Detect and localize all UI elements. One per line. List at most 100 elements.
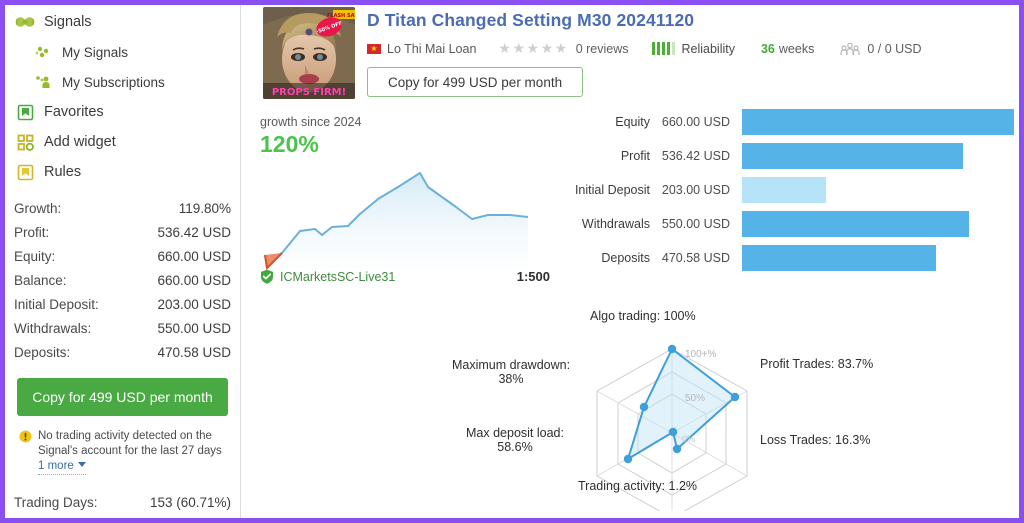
radar-point-maximum-drawdown: [639, 402, 649, 412]
sidebar-item-label: Favorites: [44, 104, 104, 120]
sidebar-copy-button[interactable]: Copy for 499 USD per month: [17, 378, 228, 416]
stat-label: Trading Days:: [14, 495, 98, 510]
header-copy-button[interactable]: Copy for 499 USD per month: [367, 67, 584, 97]
radar-point-trading-activity: [668, 427, 678, 437]
bar-fill: [742, 177, 826, 203]
stat-label: Growth:: [14, 201, 62, 216]
radar-label-algo-trading: Algo trading: 100%: [590, 309, 696, 323]
my-signals-icon: [33, 43, 53, 61]
add-widget-icon: [15, 133, 35, 151]
app-window: Signals My Signals My Subscriptions Favo…: [5, 5, 1019, 518]
signal-waves-icon: [15, 13, 35, 31]
subscribers-icon: [840, 41, 860, 56]
favorites-flag-icon: [15, 103, 35, 121]
account-bars-chart: Equity 660.00 USD Profit 536.42 USD Init…: [552, 105, 1014, 275]
stat-value: 470.58 USD: [157, 345, 231, 360]
sidebar-item-label: Rules: [44, 164, 82, 180]
warning-text: No trading activity detected on the Sign…: [38, 430, 222, 457]
radar-label-max-deposit-load: Max deposit load: 58.6%: [466, 426, 564, 454]
no-activity-warning: No trading activity detected on the Sign…: [19, 429, 228, 475]
sidebar-item-add-widget[interactable]: Add widget: [5, 127, 240, 157]
bar-row: Withdrawals 550.00 USD: [552, 207, 1014, 241]
sidebar-item-my-signals[interactable]: My Signals: [5, 37, 240, 67]
signal-meta-row: Lo Thi Mai Loan ★★★★★ 0 reviews Reliabil…: [367, 40, 1011, 57]
broker-row: ICMarketsSC-Live31 1:500: [260, 269, 550, 284]
reliability-bar: [657, 42, 661, 55]
bar-fill: [742, 211, 969, 237]
stat-row: Withdrawals: 550.00 USD: [14, 317, 231, 341]
bar-label: Profit: [620, 149, 650, 163]
reviews-count[interactable]: 0 reviews: [576, 42, 629, 56]
bar-track: [742, 211, 1014, 237]
sidebar-item-signals[interactable]: Signals: [5, 7, 240, 37]
author-name[interactable]: Lo Thi Mai Loan: [387, 42, 476, 56]
radar-ring-label-mid: 50%: [685, 393, 705, 404]
radar-label-profit-trades: Profit Trades: 83.7%: [760, 357, 874, 371]
weeks-label: weeks: [778, 41, 815, 56]
stat-row: Trading Days: 153 (60.71%): [14, 491, 231, 515]
bar-value: 470.58 USD: [661, 251, 730, 265]
radar-label-trading-activity: Trading activity: 1.2%: [578, 479, 698, 493]
bar-label: Deposits: [601, 251, 650, 265]
bar-row: Initial Deposit 203.00 USD: [552, 173, 1014, 207]
stat-value: 550.00 USD: [157, 321, 231, 336]
avatar-caption: PROPS FIRM!: [272, 87, 346, 98]
page-title[interactable]: D Titan Changed Setting M30 20241120: [367, 10, 1011, 31]
sidebar-item-label: My Subscriptions: [62, 74, 165, 90]
stat-label: Withdrawals:: [14, 321, 92, 336]
growth-sparkline: [264, 172, 529, 271]
stat-value: 203.00 USD: [157, 297, 231, 312]
bar-row: Deposits 470.58 USD: [552, 241, 1014, 275]
reliability-label: Reliability: [681, 41, 735, 56]
rating-stars: ★★★★★: [498, 40, 569, 56]
my-subscriptions-icon: [33, 73, 53, 91]
sidebar: Signals My Signals My Subscriptions Favo…: [5, 5, 241, 518]
stat-label: Profit:: [14, 225, 50, 240]
sidebar-item-rules[interactable]: Rules: [5, 157, 240, 187]
stat-row: Deposits: 470.58 USD: [14, 341, 231, 365]
sidebar-item-label: Signals: [44, 14, 92, 30]
vietnam-flag-icon: [367, 43, 381, 54]
stat-row: Balance: 660.00 USD: [14, 269, 231, 293]
sidebar-stats-list: Growth: 119.80% Profit: 536.42 USD Equit…: [5, 197, 240, 365]
weeks-number: 36: [760, 41, 775, 56]
sidebar-item-favorites[interactable]: Favorites: [5, 97, 240, 127]
stat-value: 660.00 USD: [157, 249, 231, 264]
chevron-down-icon: [77, 462, 86, 467]
radar-point-algo-trading: [667, 344, 677, 354]
radar-label-loss-trades: Loss Trades: 16.3%: [760, 433, 871, 447]
stat-value: 27 days ago: [157, 515, 231, 518]
broker-name[interactable]: ICMarketsSC-Live31: [280, 270, 395, 284]
bar-value: 536.42 USD: [661, 149, 730, 163]
radar-chart: 100+% 50% 0% Algo trading: 100% Profit T…: [442, 301, 972, 518]
bar-label: Withdrawals: [581, 217, 650, 231]
bar-row: Equity 660.00 USD: [552, 105, 1014, 139]
leverage-value: 1:500: [516, 269, 550, 284]
reliability-bar: [652, 42, 656, 55]
bar-fill: [742, 245, 936, 271]
bar-label: Initial Deposit: [574, 183, 650, 197]
warning-icon: [19, 430, 33, 475]
sidebar-item-label: Add widget: [44, 134, 116, 150]
stat-value: 660.00 USD: [157, 273, 231, 288]
bar-value: 550.00 USD: [661, 217, 730, 231]
stat-label: Latest trade:: [14, 515, 89, 518]
bar-track: [742, 109, 1014, 135]
more-link-label: 1 more: [38, 460, 74, 472]
growth-since-label: growth since 2024: [260, 115, 362, 129]
stat-label: Balance:: [14, 273, 67, 288]
bar-row: Profit 536.42 USD: [552, 139, 1014, 173]
sidebar-item-my-subscriptions[interactable]: My Subscriptions: [5, 67, 240, 97]
stat-label: Deposits:: [14, 345, 71, 360]
stat-label: Equity:: [14, 249, 56, 264]
avatar[interactable]: PROPS FIRM! FLASH SALE -50% OFF: [263, 7, 355, 99]
bar-value: 203.00 USD: [661, 183, 730, 197]
stat-row: Equity: 660.00 USD: [14, 245, 231, 269]
stat-row: Latest trade: 27 days ago: [14, 515, 231, 518]
radar-point-loss-trades: [672, 444, 682, 454]
stat-row: Growth: 119.80%: [14, 197, 231, 221]
bar-track: [742, 177, 1014, 203]
bar-label: Equity: [615, 115, 650, 129]
bar-track: [742, 245, 1014, 271]
more-link[interactable]: 1 more: [38, 459, 86, 475]
